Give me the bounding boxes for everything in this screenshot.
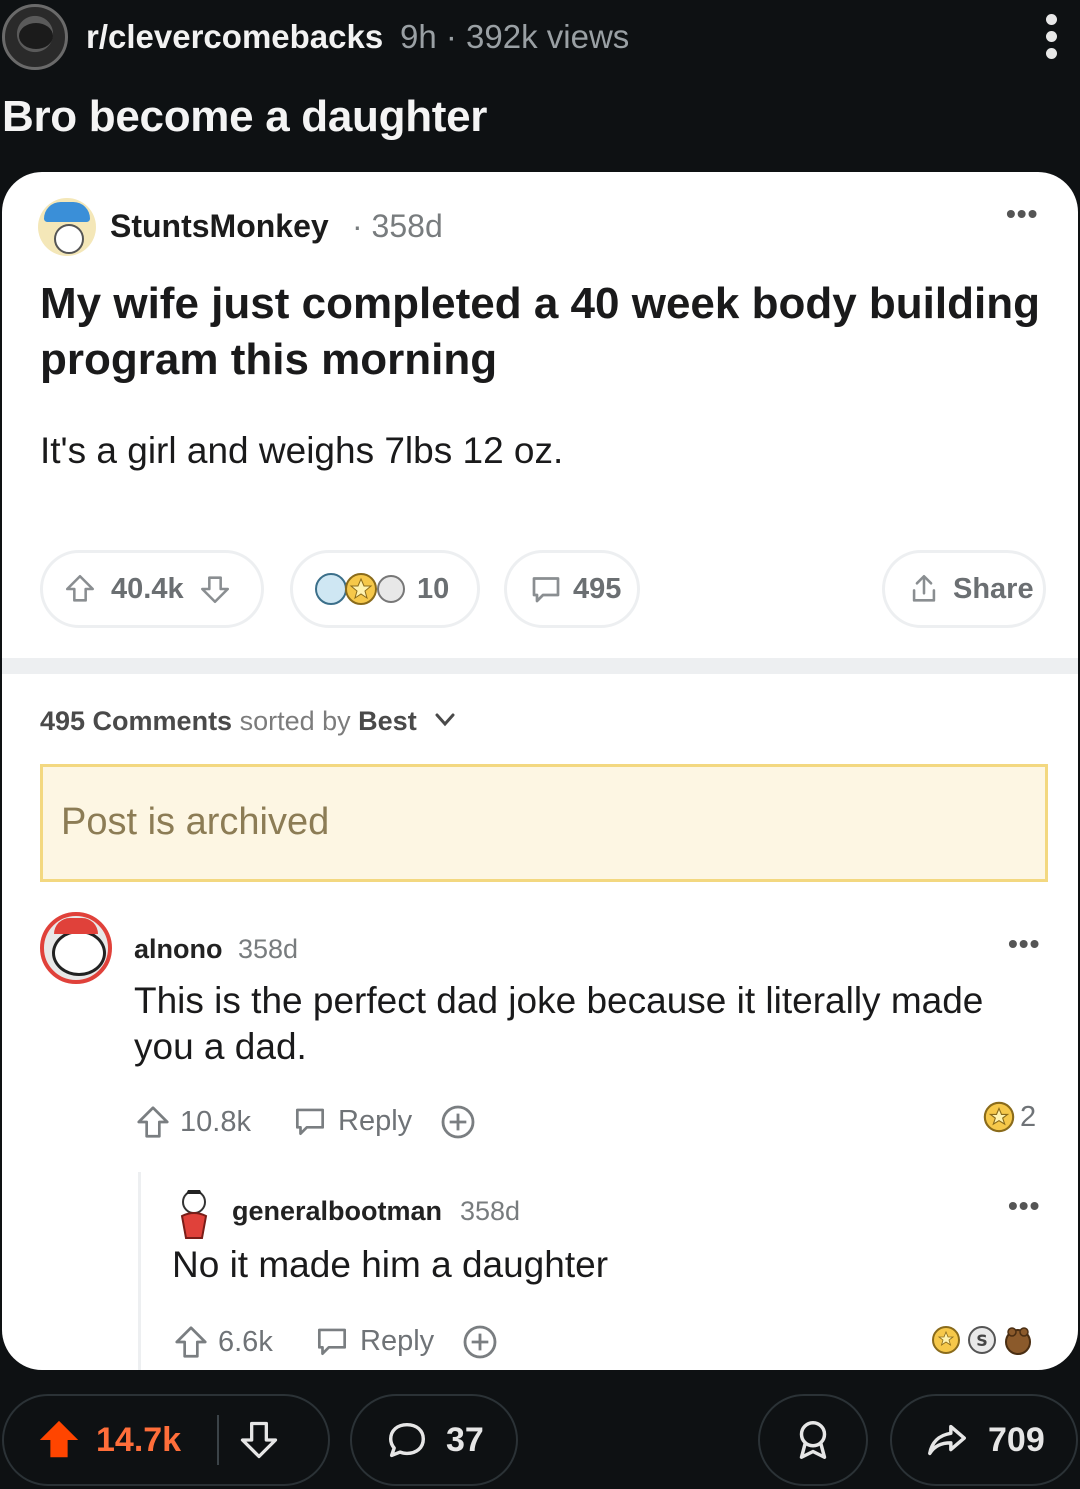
reply-action: Reply [312, 1322, 434, 1360]
share-pill: Share [882, 550, 1046, 628]
comment-icon [290, 1102, 330, 1140]
comment-options-icon: ••• [1008, 1190, 1041, 1221]
downvote-icon [198, 572, 232, 606]
op-time: · 358d [352, 208, 443, 244]
comment-author: alnono [134, 934, 223, 964]
comment-avatar [40, 912, 112, 984]
subreddit-avatar-icon[interactable] [2, 4, 68, 70]
add-award-icon [460, 1322, 500, 1362]
comment-text: This is the perfect dad joke because it … [134, 980, 984, 1067]
archived-notice: Post is archived [40, 764, 1048, 882]
op-body: It's a girl and weighs 7lbs 12 oz. [40, 430, 564, 471]
upvote-icon [172, 1322, 210, 1362]
comment-award-count: 2 [1020, 1100, 1037, 1133]
add-award-icon [438, 1102, 478, 1142]
comments-count: 37 [446, 1420, 484, 1459]
reply-label: Reply [338, 1104, 413, 1137]
comments-button[interactable]: 37 [350, 1394, 518, 1486]
comment-awards: 2 [982, 1100, 1036, 1134]
more-options-icon: ••• [1006, 198, 1039, 229]
post-header: r/clevercomebacks 9h · 392k views [0, 0, 1080, 80]
comment-vote: 6.6k [172, 1322, 273, 1362]
sorted-by-label: sorted by [239, 706, 351, 736]
post-image[interactable]: StuntsMonkey · 358d ••• My wife just com… [2, 172, 1078, 1370]
award-icon [790, 1417, 836, 1463]
share-icon [907, 571, 941, 607]
share-label: Share [953, 572, 1034, 605]
divider [2, 658, 1078, 674]
subreddit-name[interactable]: r/clevercomebacks [86, 18, 383, 56]
comment-author: generalbootman [232, 1196, 443, 1226]
comments-pill: 495 [504, 550, 640, 628]
chevron-down-icon [434, 704, 456, 735]
comment-vote-count: 6.6k [218, 1325, 273, 1358]
comment-sort-bar: 495 Comments sorted by Best [40, 704, 456, 737]
thread-line [138, 1172, 141, 1370]
share-count: 709 [988, 1420, 1045, 1459]
share-button[interactable]: 709 [890, 1394, 1078, 1486]
vote-pill: 40.4k [40, 550, 264, 628]
vote-bar: 14.7k [2, 1394, 330, 1486]
reply-label: Reply [360, 1324, 435, 1357]
share-arrow-icon [922, 1417, 972, 1463]
comment-icon [527, 571, 565, 607]
comment-text: No it made him a daughter [172, 1244, 609, 1285]
award-icon [313, 569, 411, 609]
award-pill: 10 [290, 550, 480, 628]
archived-text: Post is archived [61, 801, 330, 843]
vote-divider [217, 1415, 220, 1465]
upvote-icon [63, 572, 97, 606]
upvote-icon[interactable] [36, 1417, 82, 1463]
comment-vote-count: 10.8k [180, 1105, 251, 1138]
comment-time: 358d [460, 1196, 521, 1226]
downvote-icon[interactable] [237, 1417, 281, 1463]
upvote-icon [134, 1102, 172, 1142]
sort-value: Best [358, 706, 417, 736]
comment-vote: 10.8k [134, 1102, 251, 1142]
award-count: 10 [417, 572, 450, 605]
op-vote-count: 40.4k [111, 572, 184, 605]
op-title: My wife just completed a 40 week body bu… [40, 279, 1040, 384]
award-button[interactable] [758, 1394, 868, 1486]
kebab-menu-icon[interactable] [1040, 14, 1062, 64]
op-avatar [38, 198, 96, 256]
svg-text:S: S [976, 1331, 988, 1350]
comment-time: 358d [238, 934, 299, 964]
comment-icon [312, 1322, 352, 1360]
comment-count: 495 [573, 572, 622, 605]
op-username: StuntsMonkey [110, 208, 329, 244]
comments-count-label: 495 Comments [40, 706, 233, 736]
upvote-count: 14.7k [96, 1420, 182, 1459]
comment-icon [384, 1417, 430, 1463]
post-meta: 9h · 392k views [400, 18, 630, 55]
reply-avatar [172, 1188, 216, 1242]
award-icon: S [930, 1322, 1034, 1358]
comment-options-icon: ••• [1008, 928, 1041, 959]
reply-action: Reply [290, 1102, 412, 1140]
award-icon [982, 1100, 1016, 1134]
page-title: Bro become a daughter [2, 92, 488, 141]
